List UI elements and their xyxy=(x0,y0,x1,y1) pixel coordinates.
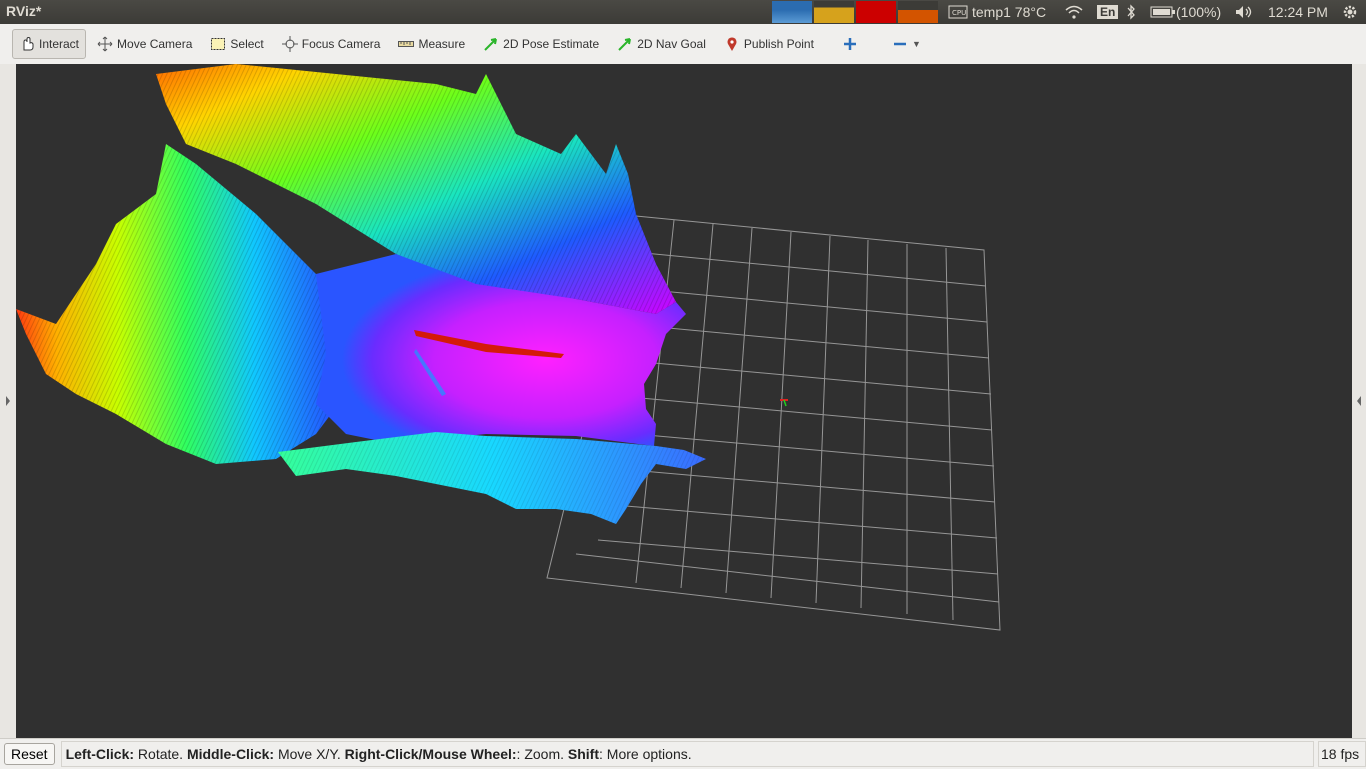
plus-icon xyxy=(842,36,858,52)
mouse-hint-text: Left-Click: Rotate. Middle-Click: Move X… xyxy=(60,741,1314,767)
status-bar: Reset Left-Click: Rotate. Middle-Click: … xyxy=(0,738,1366,769)
language-label: En xyxy=(1097,5,1119,19)
hint-right-click-value: : Zoom. xyxy=(516,746,568,762)
point-cloud-scene[interactable] xyxy=(16,64,1352,738)
minus-icon xyxy=(892,36,908,52)
clock[interactable]: 12:24 PM xyxy=(1268,0,1328,24)
focus-camera-tool-button[interactable]: Focus Camera xyxy=(275,29,388,59)
hint-shift-value: : More options. xyxy=(599,746,692,762)
hint-right-click-key: Right-Click/Mouse Wheel: xyxy=(344,746,517,762)
hint-left-click-key: Left-Click: xyxy=(65,746,135,762)
interact-tool-button[interactable]: Interact xyxy=(12,29,87,59)
interact-label: Interact xyxy=(39,37,80,51)
system-monitor-graph[interactable] xyxy=(772,1,940,23)
hint-middle-click-key: Middle-Click: xyxy=(186,746,275,762)
nav-goal-tool-button[interactable]: 2D Nav Goal xyxy=(610,29,713,59)
map-pin-icon xyxy=(724,36,740,52)
wifi-icon[interactable] xyxy=(1064,0,1084,24)
ruler-icon xyxy=(398,36,415,52)
nav-goal-label: 2D Nav Goal xyxy=(637,37,706,51)
measure-tool-button[interactable]: Measure xyxy=(391,29,472,59)
focus-camera-label: Focus Camera xyxy=(301,37,381,51)
hint-middle-click-value: Move X/Y. xyxy=(274,746,345,762)
pose-estimate-tool-button[interactable]: 2D Pose Estimate xyxy=(476,29,606,59)
nav-goal-arrow-icon xyxy=(617,36,633,52)
fps-counter: 18 fps xyxy=(1318,741,1366,767)
battery-indicator[interactable]: (100%) xyxy=(1150,0,1221,24)
hand-pointer-icon xyxy=(19,36,35,52)
reset-button[interactable]: Reset xyxy=(4,743,55,765)
move-camera-tool-button[interactable]: Move Camera xyxy=(90,29,199,59)
battery-icon xyxy=(1150,6,1175,18)
add-tool-button[interactable] xyxy=(835,29,865,59)
hint-left-click-value: Rotate. xyxy=(134,746,187,762)
right-dock-collapse-handle[interactable] xyxy=(1352,64,1366,738)
chevron-down-icon: ▼ xyxy=(911,39,921,49)
select-tool-button[interactable]: Select xyxy=(203,29,270,59)
cpu-icon[interactable]: CPU xyxy=(948,0,968,24)
volume-icon[interactable] xyxy=(1234,0,1254,24)
remove-tool-button[interactable]: ▼ xyxy=(885,29,928,59)
left-dock-collapse-handle[interactable] xyxy=(0,64,16,738)
measure-label: Measure xyxy=(418,37,466,51)
settings-gear-icon[interactable] xyxy=(1341,0,1359,24)
keyboard-layout-indicator[interactable]: En xyxy=(1097,0,1119,24)
publish-point-label: Publish Point xyxy=(743,37,814,51)
svg-text:CPU: CPU xyxy=(952,9,966,17)
hint-shift-key: Shift xyxy=(567,746,600,762)
bluetooth-icon[interactable] xyxy=(1126,0,1136,24)
system-top-bar: RViz* CPU temp1 78°C En (100%) 12:24 PM xyxy=(0,0,1366,24)
chevron-left-icon xyxy=(1357,396,1361,406)
rviz-toolbar: Interact Move Camera Select Focus Camera… xyxy=(0,24,1366,65)
select-label: Select xyxy=(230,37,264,51)
focus-camera-icon xyxy=(281,36,298,52)
battery-percent: (100%) xyxy=(1176,4,1222,20)
chevron-right-icon xyxy=(6,396,10,406)
window-title: RViz* xyxy=(6,3,42,19)
pose-estimate-label: 2D Pose Estimate xyxy=(503,37,600,51)
pose-arrow-icon xyxy=(483,36,499,52)
select-box-icon xyxy=(210,36,226,52)
publish-point-tool-button[interactable]: Publish Point xyxy=(717,29,821,59)
move-camera-label: Move Camera xyxy=(117,37,193,51)
temperature-indicator[interactable]: temp1 78°C xyxy=(972,0,1046,24)
move-camera-icon xyxy=(97,36,113,52)
3d-render-viewport[interactable] xyxy=(16,64,1352,738)
main-area xyxy=(0,64,1366,738)
